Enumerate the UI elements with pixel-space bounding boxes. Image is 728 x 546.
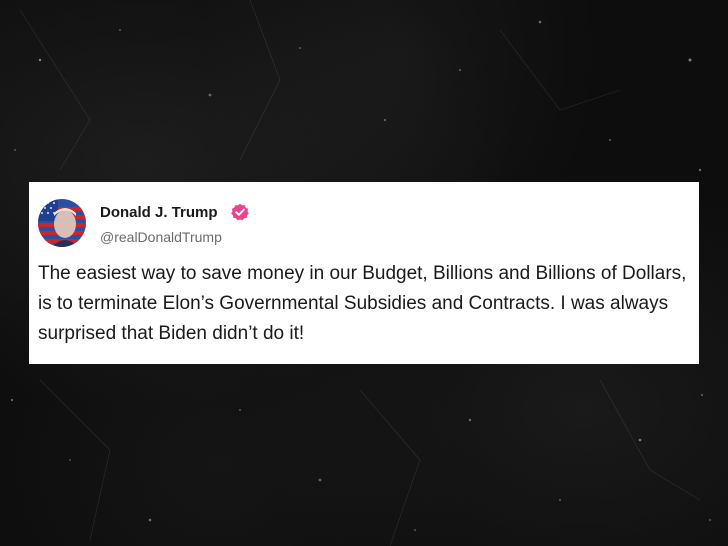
verified-badge-icon: [231, 203, 249, 221]
author-name[interactable]: Donald J. Trump: [100, 204, 218, 222]
post-body-text: The easiest way to save money in our Bud…: [38, 263, 687, 344]
avatar-flag-portrait-icon: [38, 199, 86, 247]
post-card: Donald J. Trump @realDonaldTrump The eas…: [29, 182, 699, 364]
avatar[interactable]: [38, 199, 86, 247]
author-handle[interactable]: @realDonaldTrump: [100, 228, 222, 246]
